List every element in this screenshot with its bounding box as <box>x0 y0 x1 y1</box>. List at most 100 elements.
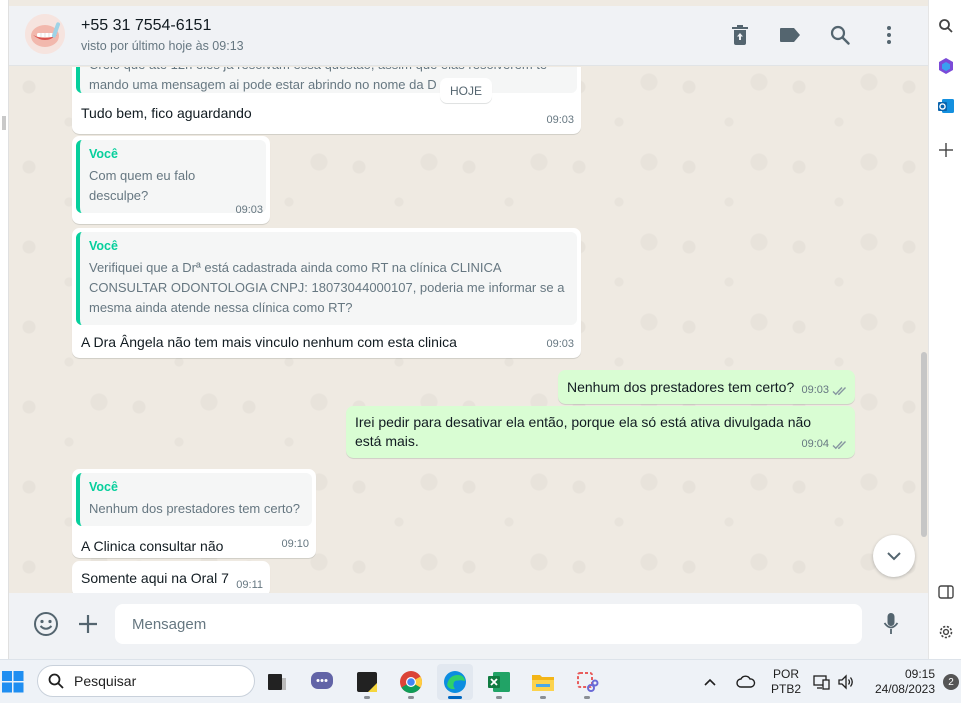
taskbar-search-label: Pesquisar <box>74 673 137 689</box>
avatar[interactable] <box>25 14 65 54</box>
message-text: Irei pedir para desativar ela então, por… <box>355 414 812 449</box>
label-icon[interactable] <box>777 22 803 48</box>
chrome-icon <box>400 671 422 693</box>
taskbar-search-box[interactable]: Pesquisar <box>37 665 255 697</box>
chat-scrollbar[interactable] <box>920 67 928 593</box>
read-ticks-icon <box>832 440 847 449</box>
left-panel-edge <box>0 0 9 659</box>
snipping-tool-icon <box>577 672 599 692</box>
clock-button[interactable]: 09:15 24/08/2023 <box>868 660 935 703</box>
running-indicator <box>540 696 546 699</box>
quote-author: Você <box>89 147 118 161</box>
chevron-up-icon <box>704 678 716 686</box>
message-in[interactable]: Você Com quem eu falo desculpe? Com Izab… <box>72 136 270 241</box>
scrollbar-thumb[interactable] <box>921 352 927 537</box>
taskbar-app-sticky-notes[interactable] <box>349 664 385 700</box>
message-input[interactable] <box>115 604 862 644</box>
message-text: Tudo bem, fico aguardando <box>81 105 252 121</box>
date-chip: HOJE <box>440 78 492 103</box>
copilot-icon[interactable] <box>929 52 961 80</box>
task-view-icon <box>268 674 286 690</box>
scroll-to-bottom-button[interactable] <box>873 535 915 577</box>
message-time: 09:03 <box>546 338 574 350</box>
message-out[interactable]: Irei pedir para desativar ela então, por… <box>346 406 855 458</box>
input-language-button[interactable]: POR PTB2 <box>770 660 802 703</box>
voice-message-button[interactable] <box>877 610 905 638</box>
sidebar-toggle-icon[interactable] <box>929 578 961 606</box>
chevron-down-icon <box>887 552 901 561</box>
running-indicator <box>448 696 462 699</box>
message-meta: 09:04 <box>801 435 848 454</box>
volume-icon <box>838 674 853 690</box>
whatsapp-window: +55 31 7554-6151 visto por último hoje à… <box>0 0 928 659</box>
composer-bar <box>9 593 928 659</box>
settings-gear-icon[interactable] <box>929 618 961 646</box>
quoted-text: Nenhum dos prestadores tem certo? <box>89 501 300 516</box>
teams-chat-icon <box>311 672 333 689</box>
plus-icon <box>79 615 97 633</box>
message-in[interactable]: Somente aqui na Oral 7 09:11 <box>72 561 270 593</box>
message-out[interactable]: Nenhum dos prestadores tem certo? 09:03 <box>558 370 855 404</box>
folder-icon <box>532 675 554 691</box>
task-view-button[interactable] <box>259 664 295 700</box>
clock-date: 24/08/2023 <box>874 682 935 696</box>
clock-time: 09:15 <box>904 667 935 681</box>
edge-icon <box>444 671 466 693</box>
notification-badge: 2 <box>943 674 959 690</box>
chat-header[interactable]: +55 31 7554-6151 visto por último hoje à… <box>9 6 928 66</box>
emoji-icon <box>34 612 58 636</box>
taskbar-app-excel[interactable] <box>481 664 517 700</box>
message-time: 09:11 <box>236 579 263 591</box>
contact-status: visto por último hoje às 09:13 <box>81 39 244 53</box>
delete-icon[interactable] <box>727 22 753 48</box>
windows-logo-icon <box>2 671 24 693</box>
outlook-icon[interactable] <box>929 92 961 120</box>
message-in[interactable]: Creio que ate 12h eles já resolvam essa … <box>72 67 581 134</box>
quote-author: Você <box>89 239 118 253</box>
message-text: A Clinica consultar não <box>81 538 224 554</box>
taskbar-app-chat[interactable] <box>304 664 340 700</box>
message-time: 09:10 <box>281 538 309 550</box>
attach-button[interactable] <box>74 610 102 638</box>
browser-sidebar <box>928 0 961 659</box>
taskbar-app-file-explorer[interactable] <box>525 664 561 700</box>
onedrive-button[interactable] <box>736 660 756 703</box>
taskbar-app-edge[interactable] <box>437 664 473 700</box>
message-in[interactable]: Você Verifiquei que a Drª está cadastrad… <box>72 228 581 358</box>
taskbar-app-chrome[interactable] <box>393 664 429 700</box>
message-meta: 09:03 <box>801 381 848 400</box>
network-icon <box>813 675 830 690</box>
running-indicator <box>408 696 414 699</box>
avatar-image <box>25 14 65 54</box>
search-icon[interactable] <box>929 12 961 40</box>
language-line1: POR <box>772 667 799 681</box>
menu-icon[interactable] <box>876 22 902 48</box>
message-time: 09:03 <box>546 114 574 126</box>
quoted-message[interactable]: Você Nenhum dos prestadores tem certo? <box>76 473 312 526</box>
quoted-message[interactable]: Você Verifiquei que a Drª está cadastrad… <box>76 232 577 325</box>
message-time: 09:03 <box>235 204 263 216</box>
message-list[interactable]: Creio que ate 12h eles já resolvam essa … <box>9 67 920 593</box>
contact-name[interactable]: +55 31 7554-6151 <box>81 17 211 35</box>
cloud-icon <box>736 675 756 688</box>
message-time: 09:04 <box>801 438 829 450</box>
start-button[interactable] <box>0 666 26 698</box>
notification-center-button[interactable]: 2 <box>943 660 959 703</box>
search-icon <box>48 673 64 689</box>
quick-settings-button[interactable] <box>813 660 855 703</box>
language-line2: PTB2 <box>770 682 801 696</box>
running-indicator <box>364 696 370 699</box>
search-icon[interactable] <box>827 22 853 48</box>
show-hidden-icons-button[interactable] <box>703 660 717 703</box>
quoted-message[interactable]: Creio que ate 12h eles já resolvam essa … <box>76 67 577 93</box>
add-icon[interactable] <box>929 136 961 164</box>
excel-icon <box>488 672 510 692</box>
message-text: A Dra Ângela não tem mais vinculo nenhum… <box>81 334 457 350</box>
quoted-text: Com quem eu falo desculpe? <box>89 168 196 203</box>
message-time: 09:03 <box>801 384 829 396</box>
emoji-button[interactable] <box>32 610 60 638</box>
microphone-icon <box>883 613 899 634</box>
message-in[interactable]: Você Nenhum dos prestadores tem certo? A… <box>72 469 316 558</box>
quoted-text: Creio que ate 12h eles já resolvam essa … <box>89 67 547 92</box>
taskbar-app-snipping-tool[interactable] <box>569 664 605 700</box>
